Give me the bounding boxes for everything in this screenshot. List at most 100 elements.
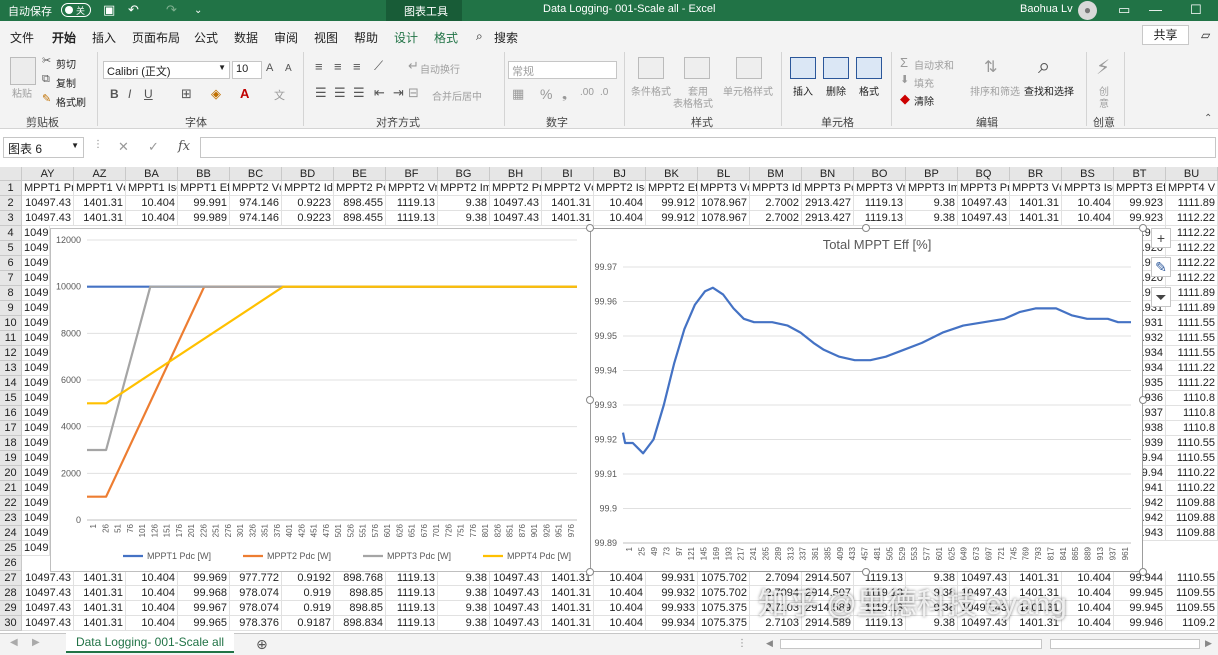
tab-insert[interactable]: 插入 bbox=[92, 29, 116, 46]
chart-styles-button[interactable]: ✎ bbox=[1151, 257, 1171, 277]
data-cell[interactable]: 1078.967 bbox=[698, 211, 750, 226]
header-cell[interactable]: MPPT3 Idc bbox=[750, 181, 802, 196]
data-cell[interactable]: 978.074 bbox=[230, 586, 282, 601]
underline-icon[interactable]: U bbox=[144, 87, 153, 101]
cell-styles-icon[interactable] bbox=[736, 57, 762, 79]
column-header[interactable]: BD bbox=[282, 167, 334, 181]
ideas-icon[interactable]: ⚡ bbox=[1096, 55, 1110, 80]
data-cell[interactable]: 99.932 bbox=[646, 586, 698, 601]
undo-icon[interactable]: ↶ bbox=[128, 2, 139, 18]
column-header[interactable]: BB bbox=[178, 167, 230, 181]
header-cell[interactable]: MPPT3 Im bbox=[906, 181, 958, 196]
data-cell[interactable]: 10497.43 bbox=[958, 211, 1010, 226]
resize-handle[interactable] bbox=[1139, 568, 1147, 576]
data-cell[interactable]: 1109.88 bbox=[1166, 496, 1218, 511]
data-cell[interactable]: 974.146 bbox=[230, 211, 282, 226]
data-cell[interactable]: 1109.88 bbox=[1166, 511, 1218, 526]
data-cell[interactable]: 898.85 bbox=[334, 601, 386, 616]
header-cell[interactable]: MPPT4 V bbox=[1166, 181, 1218, 196]
row-header[interactable]: 9 bbox=[0, 301, 22, 316]
format-cells-button[interactable]: 格式 bbox=[859, 83, 879, 98]
header-cell[interactable]: MPPT1 Isc bbox=[126, 181, 178, 196]
row-header[interactable]: 27 bbox=[0, 571, 22, 586]
data-cell[interactable]: 1049 bbox=[22, 226, 50, 241]
data-cell[interactable]: 978.074 bbox=[230, 601, 282, 616]
row-header[interactable]: 5 bbox=[0, 241, 22, 256]
bold-icon[interactable]: B bbox=[110, 87, 119, 101]
column-header[interactable]: AY bbox=[22, 167, 74, 181]
customize-toolbar-icon[interactable]: ⌄ bbox=[194, 5, 202, 16]
decrease-font-icon[interactable]: A bbox=[285, 63, 292, 74]
align-middle-icon[interactable]: ≡ bbox=[334, 59, 342, 74]
row-header[interactable]: 8 bbox=[0, 286, 22, 301]
data-cell[interactable]: 1119.13 bbox=[854, 196, 906, 211]
data-cell[interactable]: 1112.22 bbox=[1166, 271, 1218, 286]
header-cell[interactable]: MPPT2 Eff bbox=[646, 181, 698, 196]
data-cell[interactable]: 10.404 bbox=[1062, 616, 1114, 631]
search-icon[interactable]: ⌕ bbox=[476, 29, 483, 44]
autosave-toggle[interactable]: 关 bbox=[61, 3, 91, 17]
data-cell[interactable]: 1049 bbox=[22, 301, 50, 316]
data-cell[interactable]: 1401.31 bbox=[74, 571, 126, 586]
sheet-tab[interactable]: Data Logging- 001-Scale all bbox=[66, 633, 234, 653]
data-cell[interactable]: 99.969 bbox=[178, 571, 230, 586]
format-painter-icon[interactable]: ✎ bbox=[42, 92, 51, 105]
row-header[interactable]: 11 bbox=[0, 331, 22, 346]
data-cell[interactable]: 1110.8 bbox=[1166, 391, 1218, 406]
data-cell[interactable]: 1401.31 bbox=[1010, 196, 1062, 211]
tab-design[interactable]: 设计 bbox=[394, 29, 418, 46]
data-cell[interactable]: 10497.43 bbox=[958, 196, 1010, 211]
header-cell[interactable]: MPPT1 Pr bbox=[22, 181, 74, 196]
data-cell[interactable]: 99.912 bbox=[646, 196, 698, 211]
data-cell[interactable]: 1111.89 bbox=[1166, 286, 1218, 301]
data-cell[interactable]: 1049 bbox=[22, 361, 50, 376]
header-cell[interactable]: MPPT3 Isc bbox=[1062, 181, 1114, 196]
header-cell[interactable]: MPPT2 Im bbox=[438, 181, 490, 196]
data-cell[interactable]: 1049 bbox=[22, 391, 50, 406]
data-cell[interactable]: 898.85 bbox=[334, 586, 386, 601]
add-sheet-icon[interactable]: ⊕ bbox=[256, 636, 268, 653]
row-header[interactable]: 6 bbox=[0, 256, 22, 271]
clear-button[interactable]: 清除 bbox=[914, 93, 934, 108]
decrease-decimal-icon[interactable]: .0 bbox=[600, 87, 608, 98]
data-cell[interactable]: 1401.31 bbox=[542, 601, 594, 616]
data-cell[interactable]: 1112.22 bbox=[1166, 256, 1218, 271]
data-cell[interactable]: 9.38 bbox=[438, 196, 490, 211]
data-cell[interactable]: 9.38 bbox=[438, 616, 490, 631]
ribbon-display-icon[interactable]: ▭ bbox=[1118, 2, 1130, 18]
header-cell[interactable]: MPPT3 Eff bbox=[1114, 181, 1166, 196]
select-all-corner[interactable] bbox=[0, 167, 22, 181]
conditional-format-button[interactable]: 条件格式 bbox=[631, 83, 671, 98]
chart-filters-button[interactable]: ⏷ bbox=[1151, 287, 1171, 307]
font-color-icon[interactable]: A bbox=[240, 86, 249, 101]
row-header[interactable]: 25 bbox=[0, 541, 22, 556]
header-cell[interactable]: MPPT2 Vr bbox=[386, 181, 438, 196]
data-cell[interactable]: 898.834 bbox=[334, 616, 386, 631]
insert-cells-icon[interactable] bbox=[790, 57, 816, 79]
decrease-indent-icon[interactable]: ⇤ bbox=[374, 85, 385, 101]
scissors-icon[interactable]: ✂ bbox=[42, 54, 51, 67]
column-header[interactable]: BE bbox=[334, 167, 386, 181]
data-cell[interactable]: 1049 bbox=[22, 421, 50, 436]
comment-icon[interactable]: ▱ bbox=[1201, 28, 1210, 42]
tab-format[interactable]: 格式 bbox=[434, 29, 458, 46]
data-cell[interactable]: 10497.43 bbox=[22, 196, 74, 211]
data-cell[interactable]: 1049 bbox=[22, 451, 50, 466]
data-cell[interactable]: 10.404 bbox=[126, 616, 178, 631]
data-cell[interactable]: 1112.22 bbox=[1166, 211, 1218, 226]
data-cell[interactable]: 977.772 bbox=[230, 571, 282, 586]
data-cell[interactable]: 1049 bbox=[22, 271, 50, 286]
data-cell[interactable]: 1401.31 bbox=[74, 601, 126, 616]
data-cell[interactable]: 1049 bbox=[22, 466, 50, 481]
share-button[interactable]: 共享 bbox=[1142, 25, 1189, 45]
row-header[interactable]: 20 bbox=[0, 466, 22, 481]
data-cell[interactable]: 1049 bbox=[22, 436, 50, 451]
data-cell[interactable]: 9.38 bbox=[906, 211, 958, 226]
search-label[interactable]: 搜索 bbox=[494, 29, 518, 46]
data-cell[interactable]: 1110.55 bbox=[1166, 436, 1218, 451]
data-cell[interactable]: 1110.22 bbox=[1166, 481, 1218, 496]
percent-icon[interactable]: % bbox=[540, 86, 552, 102]
data-cell[interactable]: 99.931 bbox=[646, 571, 698, 586]
row-header[interactable]: 22 bbox=[0, 496, 22, 511]
data-cell[interactable]: 2.7002 bbox=[750, 211, 802, 226]
